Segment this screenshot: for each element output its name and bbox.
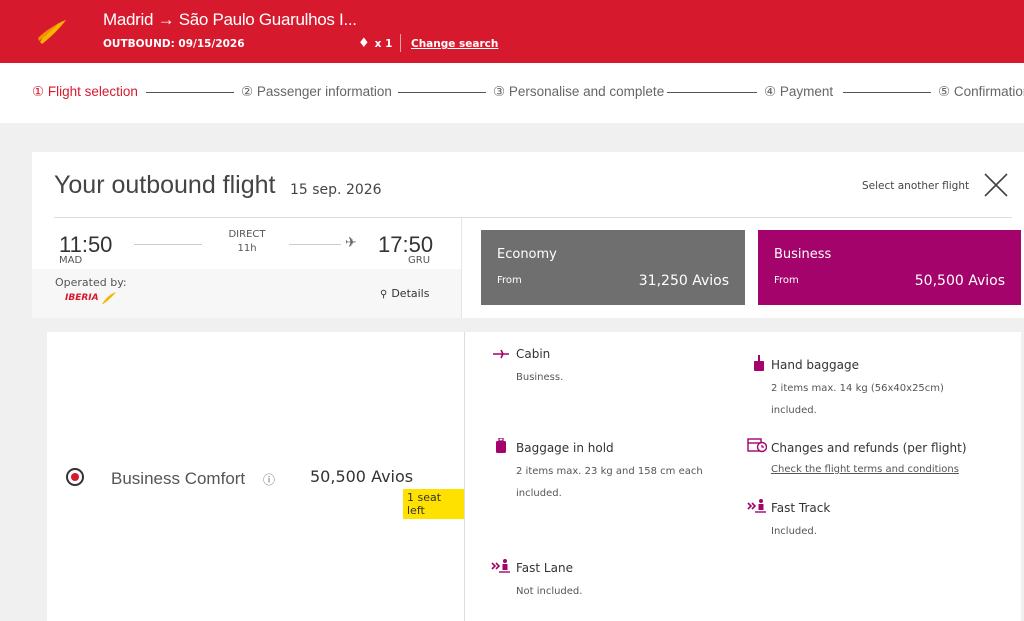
hold-baggage-title: Baggage in hold [516,441,614,455]
fare-option: Business Comfort ⓘ 50,500 Avios 1 seat l… [47,332,465,621]
economy-fare-button[interactable]: Economy From 31,250 Avios [481,230,745,305]
details-link[interactable]: ⚲ Details [380,287,429,300]
cabin-plane-icon [493,349,509,359]
hold-baggage-desc: 2 items max. 23 kg and 158 cm each [516,466,703,477]
hold-baggage-included: included. [516,488,562,499]
hold-baggage-icon [496,438,506,453]
outbound-flight-card: Your outbound flight 15 sep. 2026 Select… [32,152,1024,621]
step-passenger-information: ② Passenger information [241,84,392,99]
close-icon[interactable] [983,172,1009,198]
economy-price: 31,250 Avios [638,273,729,289]
fare-option-name: Business Comfort [111,469,246,488]
departure-airport: MAD [59,255,83,266]
header-separator [400,34,401,52]
calendar-clock-icon [747,438,767,453]
step-flight-selection: ① Flight selection [32,84,138,99]
passenger-icon: ♦ [358,36,370,51]
plane-icon: ✈ [345,235,357,251]
hand-baggage-title: Hand baggage [771,358,859,372]
step-payment: ④ Payment [764,84,834,99]
passenger-count-text: x 1 [374,37,393,50]
cabin-title: Cabin [516,347,551,361]
stops-label: DIRECT [228,229,266,240]
divider [54,217,1012,218]
business-from: From [774,275,799,286]
outbound-date: OUTBOUND: 09/15/2026 [103,38,245,50]
operated-by-label: Operated by: [55,276,127,289]
details-label: Details [391,287,430,300]
flight-terms-link[interactable]: Check the flight terms and conditions [771,464,959,475]
fast-lane-title: Fast Lane [516,561,573,575]
step-connector [843,92,931,93]
economy-label: Economy [497,247,557,262]
arrival-airport: GRU [408,255,431,266]
fare-option-price: 50,500 Avios [310,467,414,486]
fare-detail-panel: Business Comfort ⓘ 50,500 Avios 1 seat l… [32,318,1024,621]
fast-track-desc: Included. [771,526,817,537]
route-line [289,244,341,245]
cabin-desc: Business. [516,372,564,383]
hand-baggage-included: included. [771,405,817,416]
step-connector [398,92,486,93]
fast-track-title: Fast Track [771,501,831,515]
route-title: Madrid → São Paulo Guarulhos I... [103,10,357,29]
fare-features: Cabin Business. Hand baggage 2 items max… [465,332,1021,621]
business-price: 50,500 Avios [914,273,1005,289]
business-label: Business [774,247,832,262]
step-connector [146,92,234,93]
hand-baggage-desc: 2 items max. 14 kg (56x40x25cm) [771,383,944,394]
magnifier-icon: ⚲ [380,289,388,300]
changes-title: Changes and refunds (per flight) [771,441,967,455]
step-personalise: ③ Personalise and complete [493,84,665,99]
operator-area: Operated by: IBERIA ⚲ Details [32,269,462,319]
fast-lane-desc: Not included. [516,586,583,597]
route-line [134,244,202,245]
flight-date: 15 sep. 2026 [290,182,382,198]
seats-left-badge: 1 seat left [403,489,464,519]
info-icon[interactable]: ⓘ [263,471,275,488]
fast-lane-icon [491,559,510,573]
top-header: Madrid → São Paulo Guarulhos I... OUTBOU… [0,0,1024,63]
fast-track-icon [747,499,766,513]
hand-baggage-icon [754,355,764,371]
vertical-divider [461,218,462,318]
passenger-count: ♦ x 1 [358,36,392,51]
progress-steps: ① Flight selection ② Passenger informati… [0,63,1024,123]
step-confirmation: ⑤ Confirmation [938,84,1024,99]
operator-logo: IBERIA [65,291,117,305]
economy-from: From [497,275,522,286]
business-fare-button[interactable]: Business From 50,500 Avios [758,230,1021,305]
operator-name: IBERIA [65,293,99,303]
fare-radio-selected[interactable] [66,468,84,486]
iberia-wing-icon [101,292,116,304]
flight-duration: 11h [237,243,257,254]
select-another-flight-link[interactable]: Select another flight [862,180,969,192]
card-title: Your outbound flight [54,171,276,199]
change-search-link[interactable]: Change search [411,38,498,50]
step-connector [667,92,757,93]
iberia-logo-icon[interactable] [36,18,68,46]
